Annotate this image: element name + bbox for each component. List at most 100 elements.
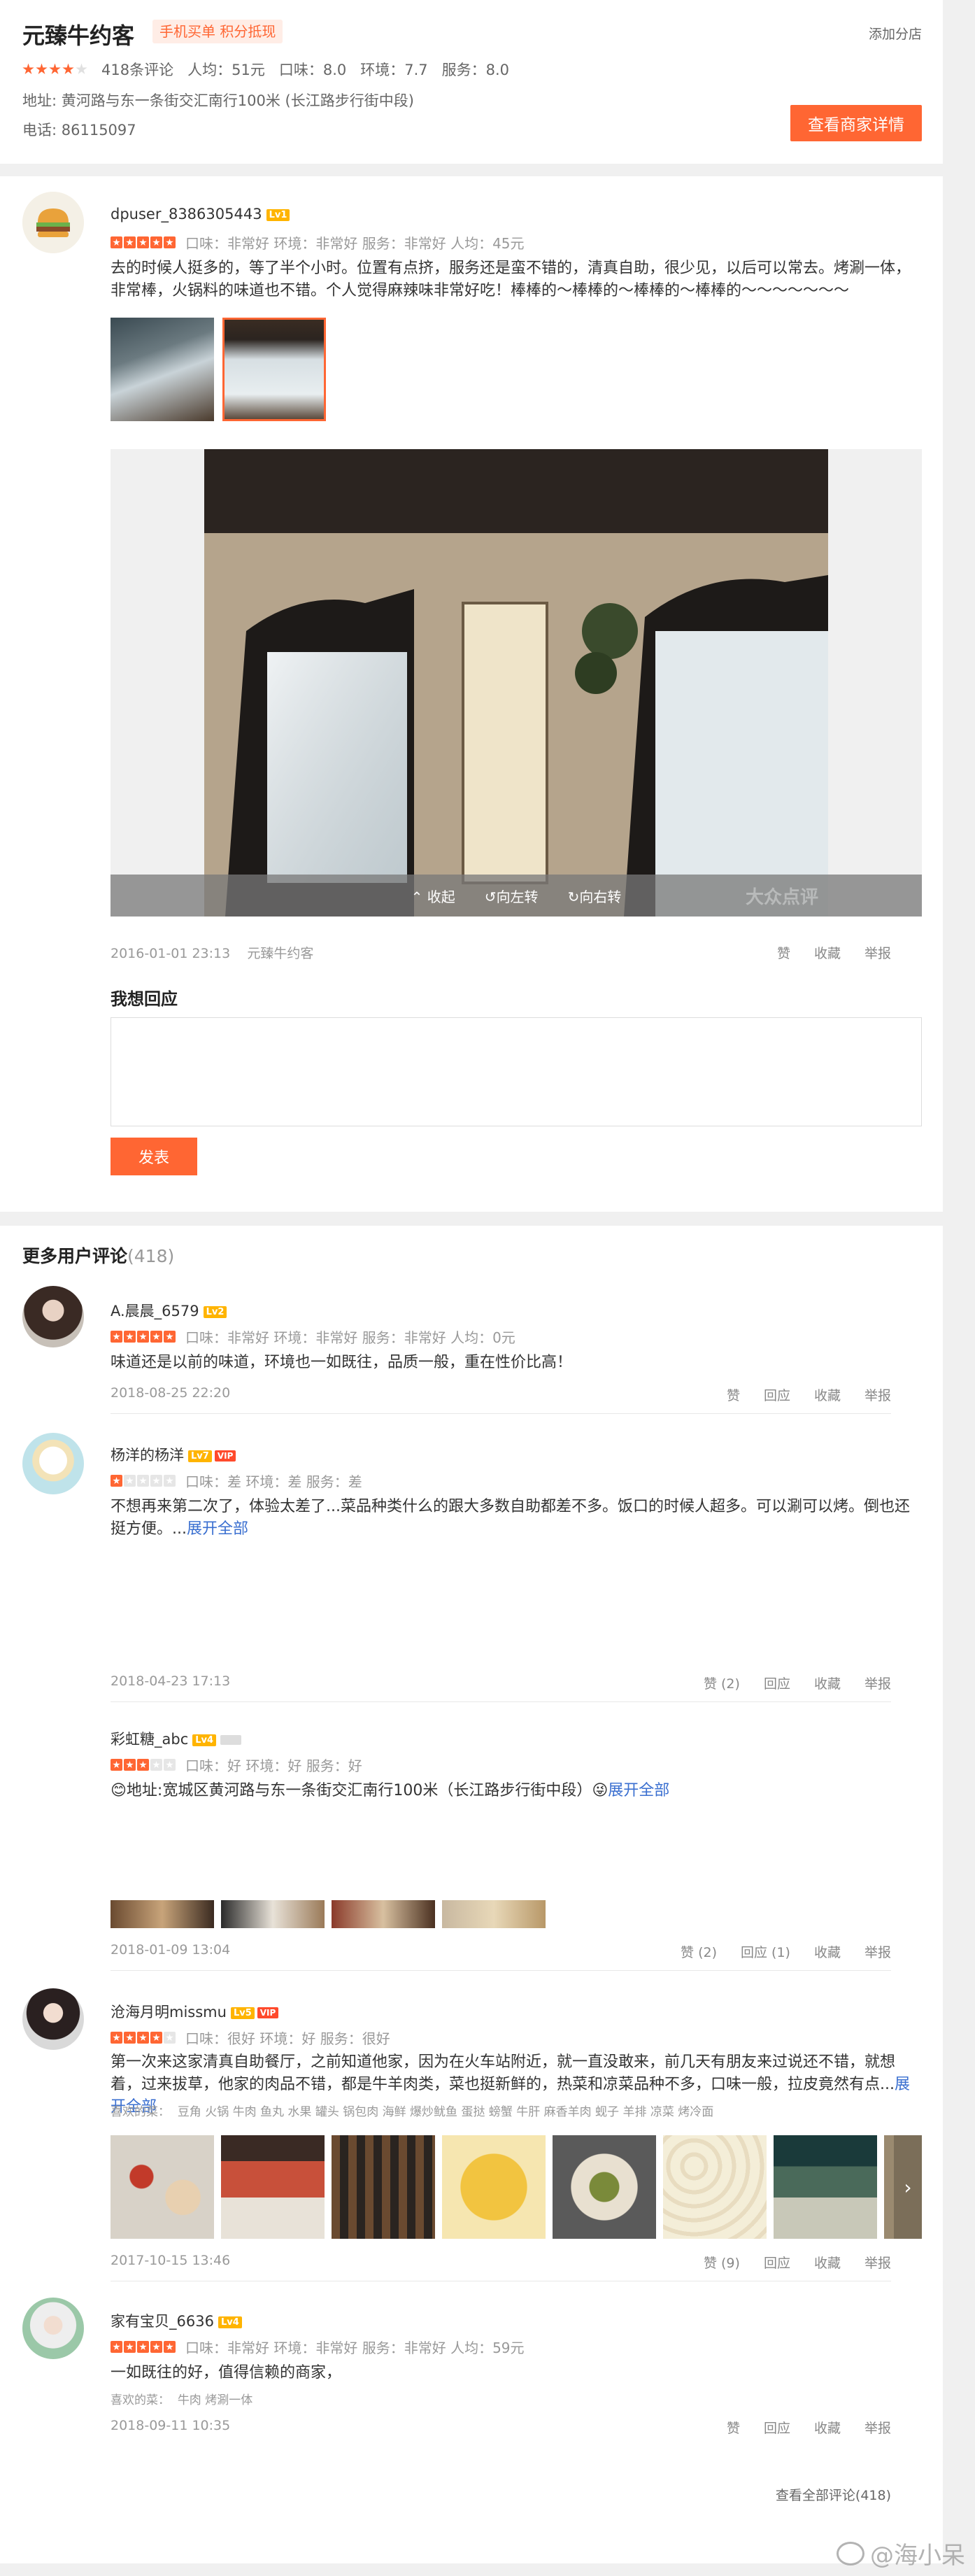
review-scores: 口味：非常好 环境：非常好 服务：非常好 人均：59元 bbox=[185, 2340, 525, 2356]
rotate-left-button[interactable]: ↺向左转 bbox=[485, 886, 539, 906]
review-scores: 口味：差 环境：差 服务：差 bbox=[185, 1473, 362, 1490]
review-thumbnail[interactable] bbox=[442, 1900, 546, 1928]
chevron-right-icon[interactable]: › bbox=[894, 2135, 922, 2239]
review-rating-stars bbox=[111, 236, 176, 248]
review-shop-link[interactable]: 元臻牛约客 bbox=[247, 946, 313, 961]
like-button[interactable]: 赞 bbox=[727, 2418, 740, 2437]
reply-button[interactable]: 回应 bbox=[764, 2253, 790, 2272]
user-avatar[interactable] bbox=[22, 1433, 84, 1494]
report-button[interactable]: 举报 bbox=[864, 1385, 891, 1404]
star-filled-icon bbox=[137, 1759, 149, 1771]
review-thumbnail[interactable] bbox=[442, 2135, 546, 2239]
star-filled-icon bbox=[124, 2341, 136, 2353]
like-button[interactable]: 赞 bbox=[777, 943, 790, 962]
review-scores: 口味：很好 环境：好 服务：很好 bbox=[185, 2030, 390, 2047]
favorite-button[interactable]: 收藏 bbox=[814, 1673, 841, 1692]
review-date: 2018-04-23 17:13 bbox=[111, 1673, 231, 1689]
expand-link[interactable]: 展开全部 bbox=[187, 1520, 248, 1538]
like-button[interactable]: 赞 (9) bbox=[704, 2253, 740, 2272]
avg-price: 人均：51元 bbox=[187, 62, 265, 78]
review-count[interactable]: 418条评论 bbox=[101, 59, 173, 80]
user-avatar[interactable] bbox=[22, 1988, 84, 2050]
review-thumbnail[interactable] bbox=[663, 2135, 767, 2239]
level-badge: Lv7 bbox=[188, 1450, 212, 1462]
shop-tag[interactable]: 手机买单 积分抵现 bbox=[152, 20, 283, 43]
user-avatar[interactable] bbox=[22, 1286, 84, 1347]
review-scores: 口味：好 环境：好 服务：好 bbox=[185, 1757, 362, 1774]
review-thumbnail[interactable] bbox=[332, 1900, 435, 1928]
like-button[interactable]: 赞 bbox=[727, 1385, 740, 1404]
review-scores-row: 口味：很好 环境：好 服务：很好 bbox=[111, 2027, 390, 2048]
level-badge: Lv2 bbox=[203, 1305, 227, 1318]
view-all-reviews-link[interactable]: 查看全部评论(418) bbox=[776, 2485, 891, 2504]
like-button[interactable]: 赞 (2) bbox=[704, 1673, 740, 1692]
reply-button[interactable]: 回应 (1) bbox=[741, 1942, 790, 1961]
weibo-watermark: @海小呆 bbox=[837, 2536, 965, 2570]
review-username[interactable]: 家有宝贝_6636 Lv4 bbox=[111, 2310, 242, 2331]
shop-detail-button[interactable]: 查看商家详情 bbox=[790, 105, 922, 141]
more-reviews-card: 更多用户评论(418) A.晨晨_6579 Lv2 口味：非常好 环境：非常好 服… bbox=[0, 1226, 943, 2563]
review-date: 2018-09-11 10:35 bbox=[111, 2418, 231, 2433]
chevron-up-icon: ⌃ bbox=[411, 888, 423, 905]
reply-button[interactable]: 回应 bbox=[764, 1385, 790, 1404]
favorite-button[interactable]: 收藏 bbox=[814, 2253, 841, 2272]
review-thumbnail[interactable] bbox=[111, 2135, 214, 2239]
reply-button[interactable]: 回应 bbox=[764, 1673, 790, 1692]
shop-rating-row: 418条评论 人均：51元 口味：8.0 环境：7.7 服务：8.0 bbox=[22, 59, 509, 80]
star-filled-icon bbox=[164, 2341, 176, 2353]
favorite-button[interactable]: 收藏 bbox=[814, 1942, 841, 1961]
report-button[interactable]: 举报 bbox=[864, 2253, 891, 2272]
review-thumbnail[interactable] bbox=[553, 2135, 656, 2239]
photo-strip: › bbox=[111, 2135, 922, 2239]
star-filled-icon bbox=[124, 236, 136, 248]
review-thumbnail[interactable] bbox=[221, 2135, 325, 2239]
star-filled-icon bbox=[49, 63, 61, 74]
star-filled-icon bbox=[137, 2341, 149, 2353]
report-button[interactable]: 举报 bbox=[864, 943, 891, 962]
review-thumbnail[interactable] bbox=[111, 318, 214, 421]
report-button[interactable]: 举报 bbox=[864, 2418, 891, 2437]
large-photo[interactable] bbox=[204, 449, 828, 917]
favorite-button[interactable]: 收藏 bbox=[814, 1385, 841, 1404]
review-username[interactable]: dpuser_8386305443 Lv1 bbox=[111, 206, 290, 222]
reply-button[interactable]: 回应 bbox=[764, 2418, 790, 2437]
review-text: 味道还是以前的味道，环境也一如既往，品质一般，重在性价比高！ bbox=[111, 1354, 573, 1371]
more-reviews-title: 更多用户评论(418) bbox=[22, 1246, 175, 1266]
review-text: 😊地址:宽城区黄河路与东一条街交汇南行100米（长江路步行街中段）😜展开全部 bbox=[111, 1782, 670, 1799]
report-button[interactable]: 举报 bbox=[864, 1673, 891, 1692]
like-button[interactable]: 赞 (2) bbox=[681, 1942, 717, 1961]
rotate-right-button[interactable]: ↻向右转 bbox=[568, 886, 622, 906]
expand-link[interactable]: 展开全部 bbox=[608, 1782, 669, 1799]
star-filled-icon bbox=[111, 2341, 122, 2353]
liked-dishes: 喜欢的菜： 豆角 火锅 牛肉 鱼丸 水果 罐头 锅包肉 海鲜 爆炒鱿鱼 蛋挞 螃… bbox=[111, 2105, 714, 2119]
review-thumbnail[interactable] bbox=[221, 1900, 325, 1928]
review-thumbnail-selected[interactable] bbox=[222, 318, 326, 421]
report-button[interactable]: 举报 bbox=[864, 1942, 891, 1961]
review-username[interactable]: 沧海月明missmu Lv5 VIP bbox=[111, 2001, 279, 2022]
collapse-button[interactable]: ⌃ 收起 bbox=[411, 886, 455, 906]
add-branch-link[interactable]: 添加分店 bbox=[869, 24, 922, 43]
review-date: 2018-01-09 13:04 bbox=[111, 1942, 231, 1958]
star-filled-icon bbox=[137, 1331, 149, 1343]
shop-header-card: 元臻牛约客 手机买单 积分抵现 添加分店 418条评论 人均：51元 口味：8.… bbox=[0, 0, 943, 164]
user-avatar[interactable] bbox=[22, 192, 84, 253]
review-thumbnail[interactable] bbox=[111, 1900, 214, 1928]
review-username[interactable]: A.晨晨_6579 Lv2 bbox=[111, 1300, 227, 1321]
review-thumbnail[interactable] bbox=[332, 2135, 435, 2239]
review-username[interactable]: 彩虹糖_abc Lv4 bbox=[111, 1728, 242, 1749]
rotate-right-icon: ↻ bbox=[567, 888, 580, 905]
star-filled-icon bbox=[111, 1331, 122, 1343]
review-username[interactable]: 杨洋的杨洋 Lv7 VIP bbox=[111, 1444, 236, 1465]
shop-phone: 电话: 86115097 bbox=[22, 122, 136, 139]
star-filled-icon bbox=[124, 2032, 136, 2044]
star-filled-icon bbox=[150, 236, 162, 248]
star-filled-icon bbox=[164, 236, 176, 248]
star-filled-icon bbox=[111, 2032, 122, 2044]
review-thumbnail[interactable] bbox=[774, 2135, 877, 2239]
medal-icon bbox=[220, 1735, 242, 1745]
submit-reply-button[interactable]: 发表 bbox=[111, 1138, 197, 1175]
reply-input[interactable] bbox=[111, 1017, 922, 1126]
favorite-button[interactable]: 收藏 bbox=[814, 943, 841, 962]
favorite-button[interactable]: 收藏 bbox=[814, 2418, 841, 2437]
user-avatar[interactable] bbox=[22, 2298, 84, 2359]
